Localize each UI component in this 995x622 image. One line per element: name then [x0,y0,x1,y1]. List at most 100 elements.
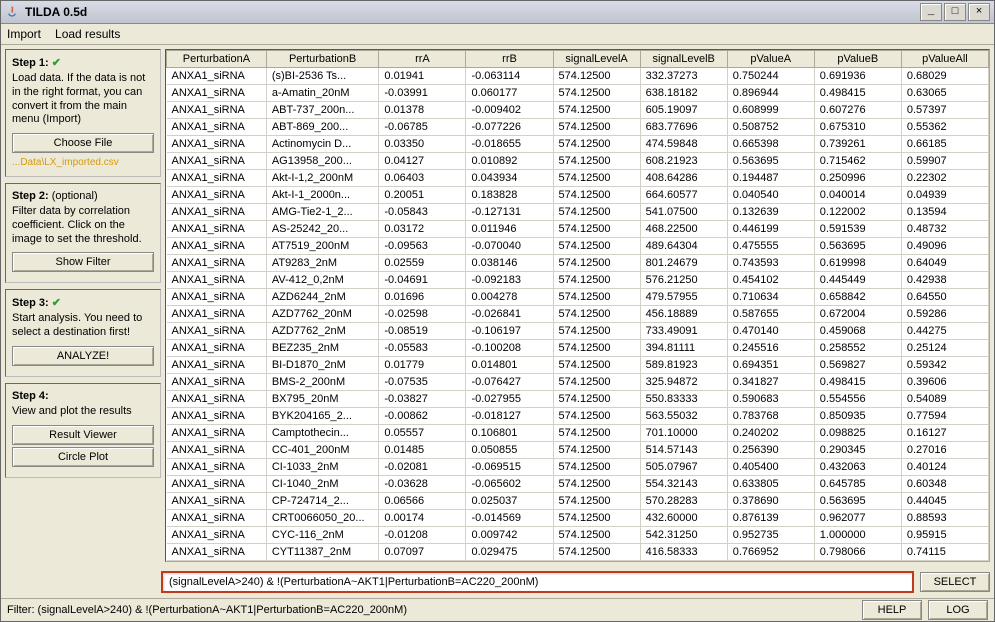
table-row[interactable]: ANXA1_siRNACP-724714_2...0.065660.025037… [167,493,989,510]
table-row[interactable]: ANXA1_siRNAAT9283_2nM0.025590.038146574.… [167,255,989,272]
table-cell: 0.045510 [727,561,814,563]
table-cell: -0.106197 [466,323,553,340]
table-row[interactable]: ANXA1_siRNADasatinib_0,2...-0.08352-0.14… [167,561,989,563]
column-header[interactable]: signalLevelB [640,51,727,68]
table-cell: 0.00174 [379,510,466,527]
select-button[interactable]: SELECT [920,572,990,592]
table-cell: 0.39606 [901,374,988,391]
filter-row: SELECT [1,566,994,598]
menu-bar: Import Load results [1,24,994,45]
table-row[interactable]: ANXA1_siRNAAS-25242_20...0.031720.011946… [167,221,989,238]
table-cell: BI-D1870_2nM [266,357,379,374]
column-header[interactable]: pValueA [727,51,814,68]
table-cell: 574.12500 [553,306,640,323]
table-cell: 0.59907 [901,153,988,170]
table-row[interactable]: ANXA1_siRNAAZD7762_2nM-0.08519-0.1061975… [167,323,989,340]
table-cell: 0.290345 [814,442,901,459]
maximize-button[interactable]: □ [944,3,966,21]
table-cell: AG13958_200... [266,153,379,170]
table-cell: 0.691936 [814,68,901,85]
table-row[interactable]: ANXA1_siRNA(s)BI-2536 Ts...0.01941-0.063… [167,68,989,85]
table-cell: 0.675310 [814,119,901,136]
table-cell: 574.12500 [553,510,640,527]
table-cell: -0.092183 [466,272,553,289]
table-row[interactable]: ANXA1_siRNABX795_20nM-0.03827-0.02795557… [167,391,989,408]
table-row[interactable]: ANXA1_siRNABYK204165_2...-0.00862-0.0181… [167,408,989,425]
choose-file-button[interactable]: Choose File [12,133,154,153]
table-cell: ANXA1_siRNA [167,85,267,102]
table-cell: 0.13594 [901,204,988,221]
step4-box: Step 4: View and plot the results Result… [5,383,161,478]
table-cell: -0.070040 [466,238,553,255]
column-header[interactable]: PerturbationA [167,51,267,68]
table-cell: Dasatinib_0,2... [266,561,379,563]
table-cell: 0.06566 [379,493,466,510]
table-cell: 332.37273 [640,68,727,85]
table-cell: 474.59848 [640,136,727,153]
table-cell: 0.563695 [814,238,901,255]
analyze-button[interactable]: ANALYZE! [12,346,154,366]
column-header[interactable]: pValueB [814,51,901,68]
table-cell: 574.12500 [553,561,640,563]
table-cell: 0.446199 [727,221,814,238]
table-cell: CRT0066050_20... [266,510,379,527]
table-cell: -0.02598 [379,306,466,323]
table-cell: 0.44045 [901,493,988,510]
table-row[interactable]: ANXA1_siRNAAT7519_200nM-0.09563-0.070040… [167,238,989,255]
column-header[interactable]: pValueAll [901,51,988,68]
table-row[interactable]: ANXA1_siRNACYC-116_2nM-0.012080.00974257… [167,527,989,544]
table-cell: 541.07500 [640,204,727,221]
table-cell: 574.12500 [553,408,640,425]
table-cell: Camptothecin... [266,425,379,442]
show-filter-button[interactable]: Show Filter [12,252,154,272]
log-button[interactable]: LOG [928,600,988,620]
table-row[interactable]: ANXA1_siRNACI-1040_2nM-0.03628-0.0656025… [167,476,989,493]
minimize-button[interactable]: _ [920,3,942,21]
menu-load-results[interactable]: Load results [55,27,120,41]
result-viewer-button[interactable]: Result Viewer [12,425,154,445]
table-cell: BYK204165_2... [266,408,379,425]
table-cell: AMG-Tie2-1_2... [266,204,379,221]
table-row[interactable]: ANXA1_siRNAa-Amatin_20nM-0.039910.060177… [167,85,989,102]
table-cell: CP-724714_2... [266,493,379,510]
close-button[interactable]: × [968,3,990,21]
table-row[interactable]: ANXA1_siRNAAZD6244_2nM0.016960.004278574… [167,289,989,306]
table-cell: 0.739261 [814,136,901,153]
table-cell: 664.60577 [640,187,727,204]
table-cell: 0.876139 [727,510,814,527]
table-scroll[interactable]: PerturbationAPerturbationBrrArrBsignalLe… [165,49,990,562]
table-row[interactable]: ANXA1_siRNAAV-412_0,2nM-0.04691-0.092183… [167,272,989,289]
table-row[interactable]: ANXA1_siRNAABT-737_200n...0.01378-0.0094… [167,102,989,119]
table-row[interactable]: ANXA1_siRNAAZD7762_20nM-0.02598-0.026841… [167,306,989,323]
column-header[interactable]: PerturbationB [266,51,379,68]
table-cell: 0.798066 [814,544,901,561]
check-icon: ✔ [52,297,61,309]
table-row[interactable]: ANXA1_siRNACC-401_200nM0.014850.05085557… [167,442,989,459]
column-header[interactable]: rrB [466,51,553,68]
table-row[interactable]: ANXA1_siRNAAG13958_200...0.041270.010892… [167,153,989,170]
filter-input[interactable] [161,571,914,593]
table-row[interactable]: ANXA1_siRNACYT11387_2nM0.070970.02947557… [167,544,989,561]
table-row[interactable]: ANXA1_siRNAAkt-I-1,2_200nM0.064030.04393… [167,170,989,187]
table-row[interactable]: ANXA1_siRNABI-D1870_2nM0.017790.01480157… [167,357,989,374]
menu-import[interactable]: Import [7,27,41,41]
table-cell: 456.18889 [640,306,727,323]
column-header[interactable]: rrA [379,51,466,68]
table-row[interactable]: ANXA1_siRNACI-1033_2nM-0.02081-0.0695155… [167,459,989,476]
circle-plot-button[interactable]: Circle Plot [12,447,154,467]
table-row[interactable]: ANXA1_siRNACamptothecin...0.055570.10680… [167,425,989,442]
table-cell: ANXA1_siRNA [167,102,267,119]
table-row[interactable]: ANXA1_siRNACRT0066050_20...0.00174-0.014… [167,510,989,527]
table-row[interactable]: ANXA1_siRNABMS-2_200nM-0.07535-0.0764275… [167,374,989,391]
table-row[interactable]: ANXA1_siRNAActinomycin D...0.03350-0.018… [167,136,989,153]
table-row[interactable]: ANXA1_siRNAABT-869_200...-0.06785-0.0772… [167,119,989,136]
table-cell: 0.619998 [814,255,901,272]
table-cell: 542.31250 [640,527,727,544]
table-row[interactable]: ANXA1_siRNAAkt-I-1_2000n...0.200510.1838… [167,187,989,204]
table-cell: ANXA1_siRNA [167,340,267,357]
table-row[interactable]: ANXA1_siRNAAMG-Tie2-1_2...-0.05843-0.127… [167,204,989,221]
table-cell: 0.01941 [379,68,466,85]
help-button[interactable]: HELP [862,600,922,620]
table-row[interactable]: ANXA1_siRNABEZ235_2nM-0.05583-0.10020857… [167,340,989,357]
column-header[interactable]: signalLevelA [553,51,640,68]
